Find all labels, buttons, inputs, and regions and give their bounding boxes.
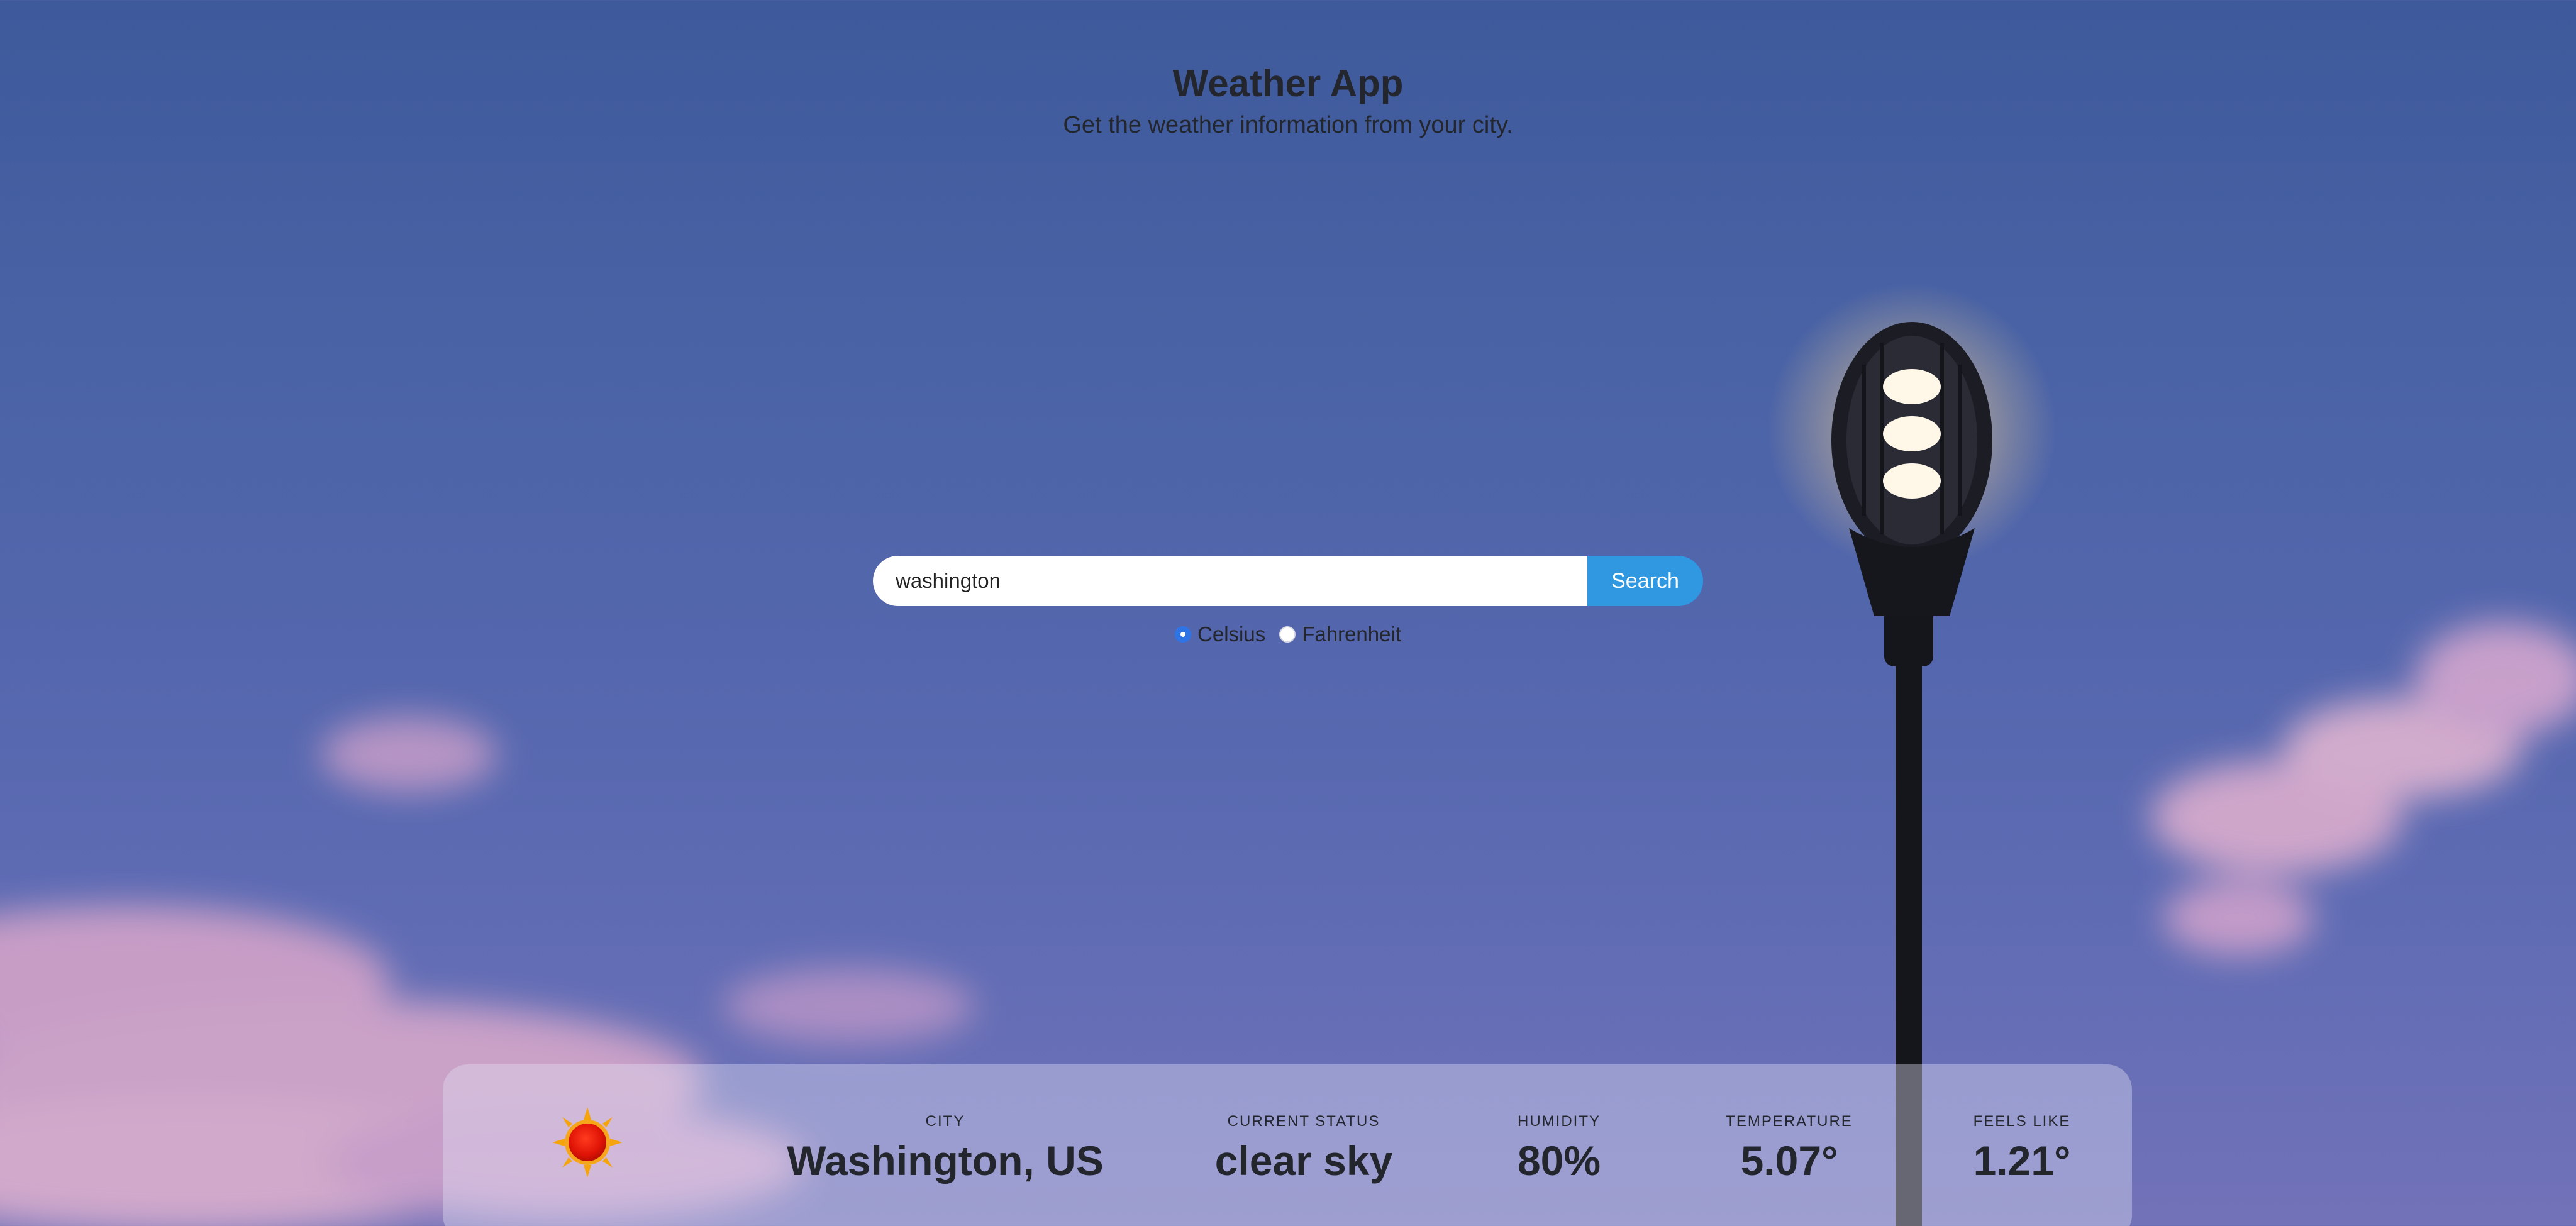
background-image [0,283,2576,1226]
fahrenheit-radio[interactable] [1279,626,1296,643]
status-value: clear sky [1214,1137,1393,1184]
unit-selector: Celsius Fahrenheit [0,622,2576,646]
celsius-label: Celsius [1197,622,1266,646]
status-stat: CURRENT STATUS clear sky [1215,1112,1393,1186]
sun-icon [552,1107,623,1178]
weather-info-panel: CITY Washington, US CURRENT STATUS clear… [443,1064,2132,1226]
fahrenheit-label: Fahrenheit [1302,622,1401,646]
temperature-stat: TEMPERATURE 5.07° [1726,1112,1853,1186]
city-search-input[interactable] [873,556,1587,606]
humidity-stat: HUMIDITY 80% [1518,1112,1601,1186]
city-label: CITY [925,1113,965,1130]
page-subtitle: Get the weather information from your ci… [1063,112,1513,138]
humidity-value: 80% [1517,1137,1601,1184]
temperature-label: TEMPERATURE [1726,1113,1853,1130]
feels-like-stat: FEELS LIKE 1.21° [1974,1112,2071,1186]
temperature-value: 5.07° [1740,1137,1838,1184]
search-button[interactable]: Search [1587,556,1703,606]
city-stat: CITY Washington, US [787,1112,1104,1186]
page-title: Weather App [1172,62,1404,104]
city-value: Washington, US [787,1137,1104,1184]
humidity-label: HUMIDITY [1517,1113,1601,1130]
feels-like-value: 1.21° [1973,1137,2071,1184]
fahrenheit-option[interactable]: Fahrenheit [1279,622,1401,646]
celsius-option[interactable]: Celsius [1175,622,1265,646]
feels-like-label: FEELS LIKE [1973,1113,2071,1130]
celsius-radio[interactable] [1175,626,1192,643]
page-header: Weather App Get the weather information … [0,60,2576,143]
status-label: CURRENT STATUS [1227,1113,1380,1130]
search-bar: Search [873,556,1703,606]
